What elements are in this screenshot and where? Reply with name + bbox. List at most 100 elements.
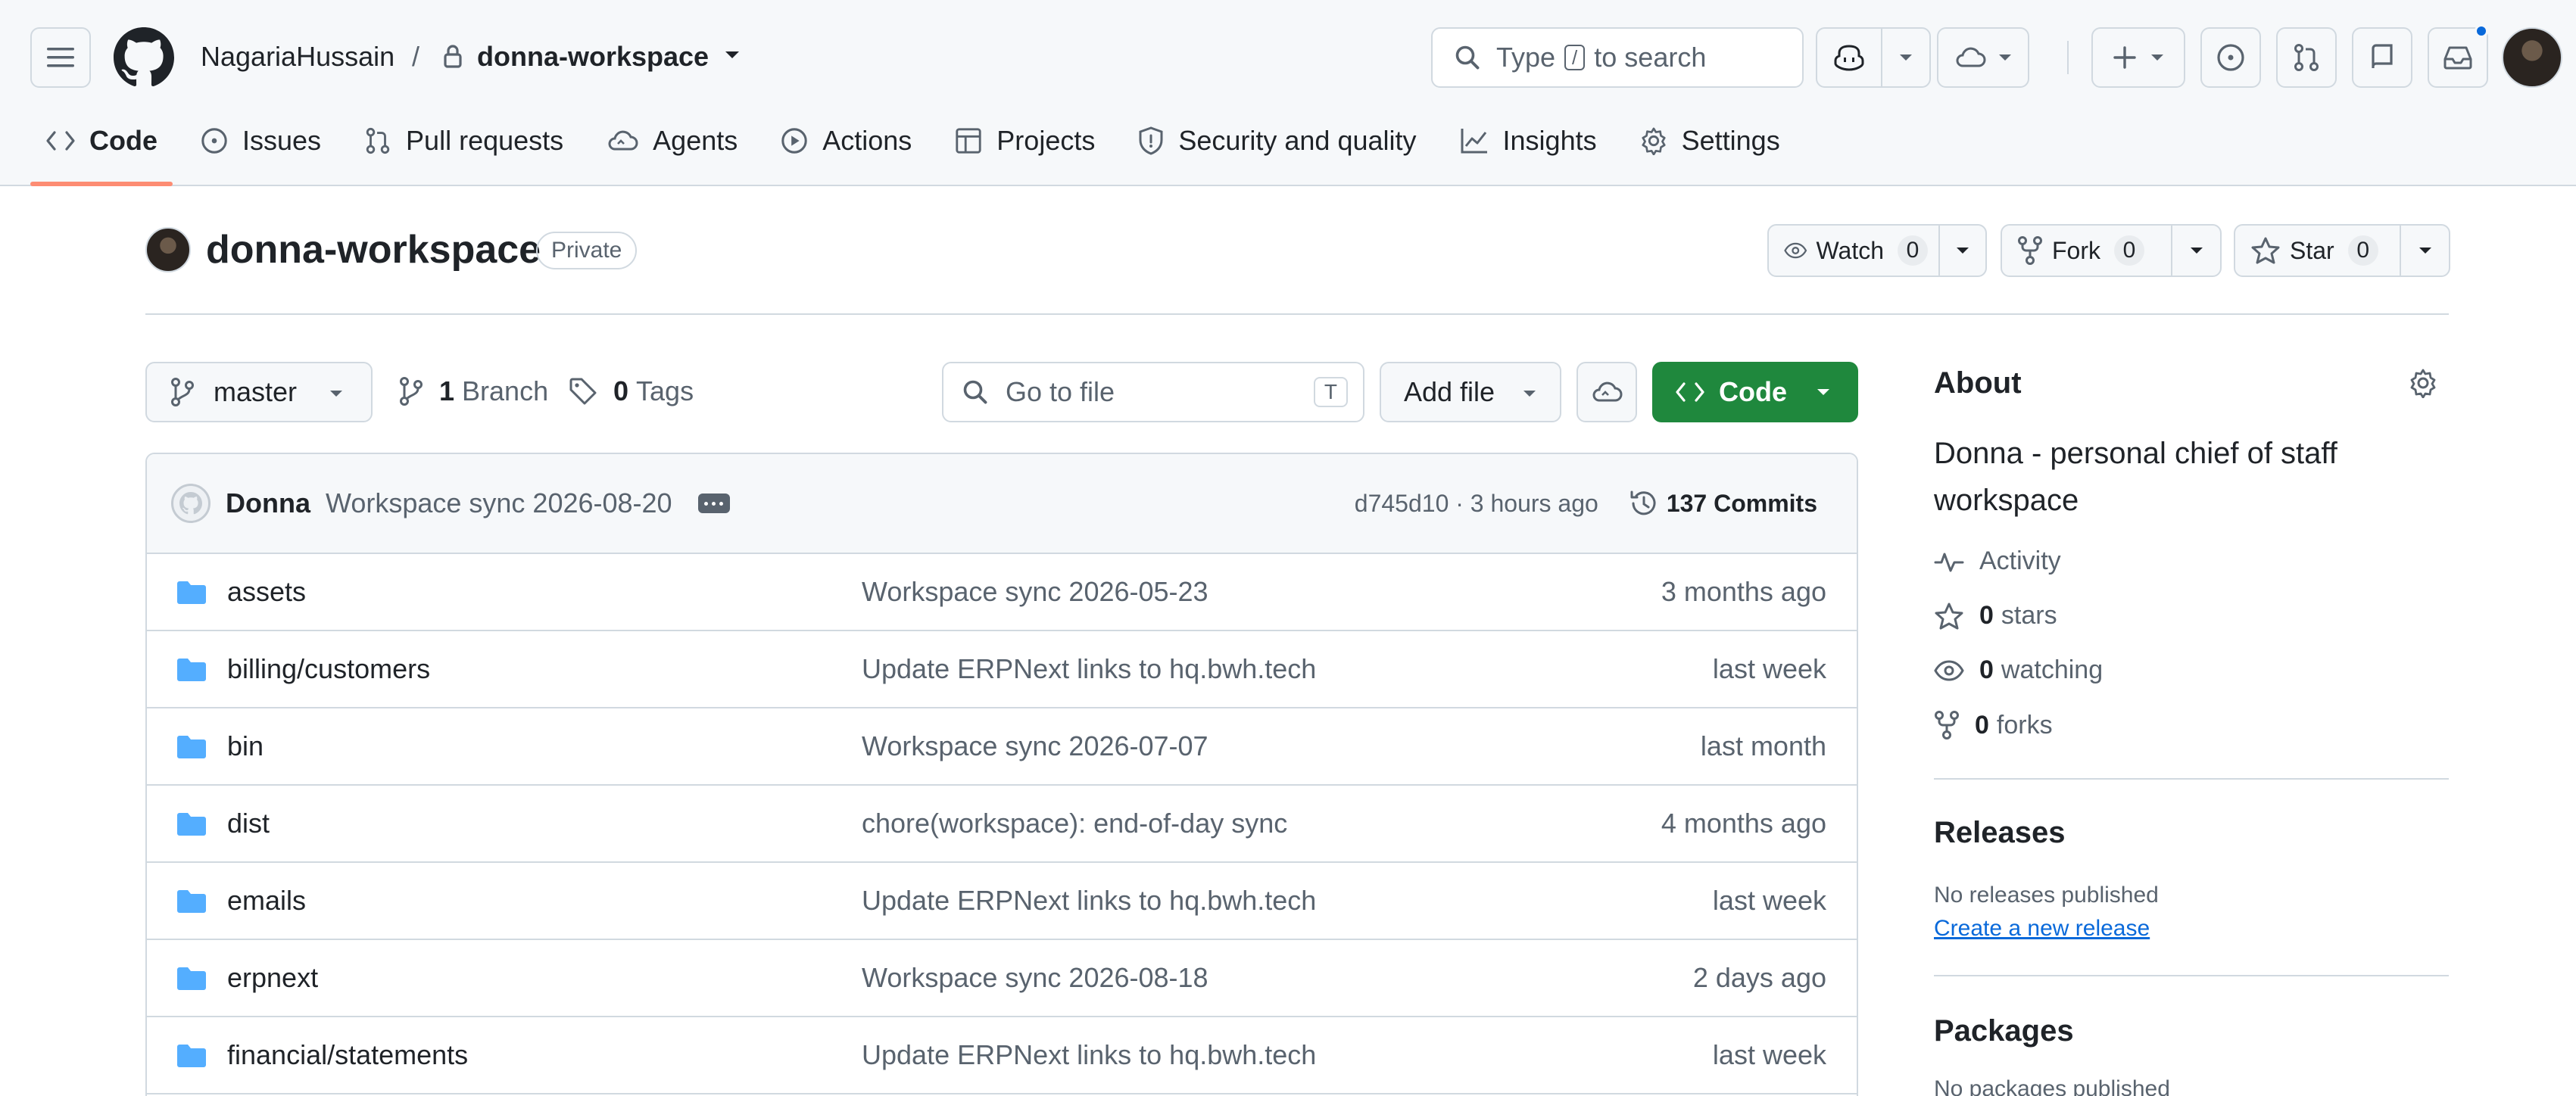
releases-note: No releases published bbox=[1934, 883, 2159, 908]
breadcrumb-owner[interactable]: NagariaHussain bbox=[201, 39, 395, 74]
file-name[interactable]: bin bbox=[227, 730, 264, 763]
file-row[interactable]: financial/statements Update ERPNext link… bbox=[147, 1017, 1857, 1094]
create-new-button[interactable] bbox=[2091, 27, 2185, 88]
file-row[interactable]: billing/customers Update ERPNext links t… bbox=[147, 631, 1857, 708]
user-avatar[interactable] bbox=[2502, 27, 2562, 88]
commit-author-avatar[interactable] bbox=[171, 484, 211, 523]
file-row[interactable]: emails Update ERPNext links to hq.bwh.te… bbox=[147, 863, 1857, 940]
fork-main[interactable]: Fork 0 bbox=[2002, 226, 2172, 276]
owner-avatar[interactable] bbox=[145, 227, 191, 272]
commit-details-toggle[interactable] bbox=[697, 494, 730, 513]
go-to-file-input[interactable]: Go to file T bbox=[942, 362, 1364, 422]
pull-requests-button[interactable] bbox=[2276, 27, 2337, 88]
file-commit-message[interactable]: Workspace sync 2026-08-18 bbox=[862, 961, 1208, 995]
tab-agents[interactable]: Agents bbox=[591, 115, 753, 167]
file-row[interactable]: erpnext Workspace sync 2026-08-18 2 days… bbox=[147, 940, 1857, 1017]
hamburger-icon bbox=[47, 48, 74, 67]
branches-link[interactable]: 1 Branch bbox=[398, 375, 548, 407]
fork-dropdown[interactable] bbox=[2172, 226, 2220, 276]
packages-heading[interactable]: Packages bbox=[1934, 1014, 2074, 1048]
code-dropdown-button[interactable]: Code bbox=[1652, 362, 1858, 422]
gear-icon bbox=[1642, 127, 1666, 155]
watch-button[interactable]: Watch 0 bbox=[1767, 224, 1987, 277]
watch-label: Watch bbox=[1816, 236, 1885, 264]
star-button[interactable]: Star 0 bbox=[2234, 224, 2450, 277]
chevron-down-icon[interactable] bbox=[724, 50, 741, 61]
star-main[interactable]: Star 0 bbox=[2235, 226, 2402, 276]
breadcrumb-repo[interactable]: donna-workspace bbox=[477, 39, 709, 74]
watching-link[interactable]: 0 watching bbox=[1934, 655, 2103, 685]
file-row[interactable]: dist chore(workspace): end-of-day sync 4… bbox=[147, 786, 1857, 863]
tab-pull-requests[interactable]: Pull requests bbox=[348, 115, 579, 167]
copilot-button[interactable] bbox=[1816, 27, 1931, 88]
chevron-down-icon bbox=[1523, 391, 1536, 397]
commit-meta: d745d10 · 3 hours ago 137 Commits bbox=[1355, 454, 1817, 553]
search-shortcut-key: / bbox=[1564, 45, 1586, 70]
tab-issues[interactable]: Issues bbox=[185, 115, 336, 167]
file-name[interactable]: assets bbox=[227, 575, 306, 609]
file-commit-message[interactable]: chore(workspace): end-of-day sync bbox=[862, 807, 1287, 840]
file-name[interactable]: erpnext bbox=[227, 961, 318, 995]
graph-icon bbox=[1461, 129, 1487, 154]
file-commit-message[interactable]: Workspace sync 2026-07-07 bbox=[862, 730, 1208, 763]
stars-link[interactable]: 0 stars bbox=[1934, 601, 2057, 631]
add-file-button[interactable]: Add file bbox=[1380, 362, 1561, 422]
file-name[interactable]: emails bbox=[227, 884, 306, 917]
file-commit-message[interactable]: Workspace sync 2026-05-23 bbox=[862, 575, 1208, 609]
star-count: 0 bbox=[2347, 235, 2378, 266]
file-name[interactable]: financial/statements bbox=[227, 1038, 468, 1072]
go-to-file-placeholder: Go to file bbox=[1006, 376, 1115, 407]
tab-code[interactable]: Code bbox=[30, 115, 173, 186]
issues-button[interactable] bbox=[2200, 27, 2261, 88]
file-name[interactable]: billing/customers bbox=[227, 652, 430, 686]
commit-message[interactable]: Workspace sync 2026-08-20 bbox=[326, 487, 672, 519]
commit-sha-time[interactable]: d745d10 · 3 hours ago bbox=[1355, 490, 1598, 518]
plus-icon bbox=[2113, 46, 2136, 69]
fork-count: 0 bbox=[2114, 235, 2144, 266]
commits-history-link[interactable]: 137 Commits bbox=[1629, 488, 1817, 518]
shield-icon bbox=[1139, 126, 1163, 155]
watch-main[interactable]: Watch 0 bbox=[1769, 226, 1940, 276]
github-logo-icon[interactable] bbox=[114, 27, 174, 88]
releases-heading[interactable]: Releases bbox=[1934, 816, 2065, 850]
fork-icon bbox=[2018, 236, 2042, 265]
branch-name: master bbox=[214, 376, 298, 407]
file-name[interactable]: dist bbox=[227, 807, 270, 840]
fork-label: Fork bbox=[2052, 236, 2100, 264]
packages-note: No packages published bbox=[1934, 1076, 2170, 1096]
tab-projects[interactable]: Projects bbox=[939, 115, 1110, 167]
search-input[interactable]: Type / to search bbox=[1431, 27, 1804, 88]
gear-icon[interactable] bbox=[2408, 368, 2438, 398]
file-commit-message[interactable]: Update ERPNext links to hq.bwh.tech bbox=[862, 1038, 1316, 1072]
codespaces-button[interactable] bbox=[1576, 362, 1637, 422]
commit-author[interactable]: Donna bbox=[226, 487, 310, 519]
file-commit-message[interactable]: Update ERPNext links to hq.bwh.tech bbox=[862, 652, 1316, 686]
star-dropdown[interactable] bbox=[2401, 226, 2449, 276]
chevron-down-icon bbox=[1900, 54, 1912, 61]
file-row[interactable]: bin Workspace sync 2026-07-07 last month bbox=[147, 708, 1857, 786]
watch-dropdown[interactable] bbox=[1940, 226, 1985, 276]
file-row[interactable]: assets Workspace sync 2026-05-23 3 month… bbox=[147, 554, 1857, 631]
create-release-link[interactable]: Create a new release bbox=[1934, 916, 2150, 942]
branch-selector[interactable]: master bbox=[145, 362, 373, 422]
tab-insights[interactable]: Insights bbox=[1444, 115, 1612, 167]
go-to-file-shortcut: T bbox=[1313, 377, 1348, 407]
tab-settings[interactable]: Settings bbox=[1624, 115, 1795, 167]
agents-menu-button[interactable] bbox=[1937, 27, 2029, 88]
tab-actions[interactable]: Actions bbox=[765, 115, 927, 167]
repo-title[interactable]: donna-workspace bbox=[206, 226, 541, 274]
tab-security[interactable]: Security and quality bbox=[1122, 115, 1431, 167]
forks-link[interactable]: 0 forks bbox=[1934, 710, 2053, 740]
repositories-button[interactable] bbox=[2352, 27, 2412, 88]
issue-icon bbox=[2217, 44, 2244, 71]
file-commit-message[interactable]: Update ERPNext links to hq.bwh.tech bbox=[862, 884, 1316, 917]
fork-button[interactable]: Fork 0 bbox=[2001, 224, 2222, 277]
file-commit-date: last week bbox=[1712, 885, 1826, 916]
activity-link[interactable]: Activity bbox=[1934, 546, 2061, 576]
folder-icon bbox=[177, 659, 206, 681]
folder-icon bbox=[177, 581, 206, 604]
about-heading: About bbox=[1934, 366, 2022, 400]
menu-button[interactable] bbox=[30, 27, 91, 88]
tags-link[interactable]: 0 Tags bbox=[568, 375, 694, 407]
cloud-agent-icon bbox=[1592, 381, 1623, 402]
